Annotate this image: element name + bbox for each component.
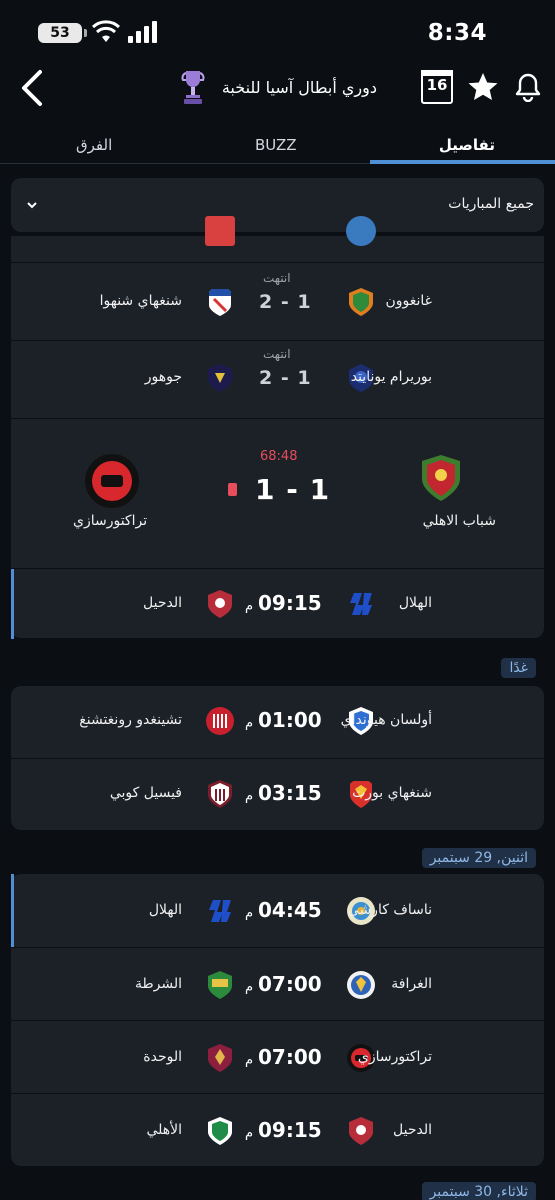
match-score: 1 - 1	[255, 473, 331, 506]
kickoff-period: م	[245, 789, 254, 804]
home-team-name: الدحيل	[393, 1122, 432, 1138]
team-logo-al-hilal	[209, 900, 231, 922]
match-row-highlighted[interactable]: ناساف كارشي 04:45 م الهلال	[11, 874, 544, 947]
away-team-name: الأهلي	[146, 1122, 182, 1138]
tab-bar: تفاصيل BUZZ الفرق	[0, 132, 555, 164]
team-logo-al-duhail	[349, 1117, 373, 1145]
away-team-name: شنغهاي شنهوا	[99, 293, 182, 309]
home-team-name: تراكتورسازي	[357, 1049, 432, 1065]
tab-buzz[interactable]: BUZZ	[255, 136, 297, 154]
away-team-name: الوحدة	[143, 1049, 182, 1065]
team-logo-johor	[208, 364, 232, 392]
kickoff-period: م	[245, 599, 254, 614]
home-team-name: الغرافة	[391, 976, 432, 992]
match-row-partial[interactable]	[11, 188, 544, 262]
home-team-name: أولسان هيونداي	[340, 712, 432, 728]
kickoff-time: 04:45	[258, 898, 322, 922]
signal-icon	[128, 21, 157, 43]
home-team-name: شباب الاهلي	[422, 513, 496, 529]
match-row[interactable]: انتهت غانغوون 2 - 1 شنغهاي شنهوا	[11, 262, 544, 340]
team-logo-vissel-kobe	[208, 780, 232, 808]
team-logo-shabab-al-ahli	[422, 455, 460, 501]
team-logo-tractor	[85, 454, 139, 508]
match-score: 2 - 1	[259, 367, 312, 389]
app-header: دوري أبطال آسيا للنخبة 16	[0, 62, 555, 132]
team-logo-al-shorta	[208, 971, 232, 999]
away-team-name: تراكتورسازي	[73, 513, 148, 529]
wifi-icon	[92, 20, 120, 42]
home-team-name: شنغهاي بورت	[352, 785, 432, 801]
trophy-icon	[181, 71, 205, 104]
kickoff-time: 01:00	[258, 708, 322, 732]
kickoff-period: م	[245, 716, 254, 731]
back-icon[interactable]	[16, 68, 50, 108]
team-logo-al-hilal	[350, 593, 372, 615]
match-row-highlighted[interactable]: الهلال 09:15 م الدحيل	[11, 568, 544, 639]
kickoff-period: م	[245, 906, 254, 921]
date-header-monday: اثنين, 29 سبتمبر	[421, 848, 536, 868]
home-team-name: ناساف كارشي	[347, 902, 432, 918]
highlight-bar	[11, 874, 14, 947]
matches-card-tomorrow: أولسان هيونداي 01:00 م تشينغدو رونغتشنغ …	[11, 686, 544, 830]
match-row[interactable]: الغرافة 07:00 م الشرطة	[11, 947, 544, 1020]
match-row[interactable]: الدحيل 09:15 م الأهلي	[11, 1093, 544, 1166]
calendar-button[interactable]: 16	[421, 70, 453, 104]
match-row[interactable]: انتهت بوريرام يونايتد 2 - 1 جوهور	[11, 340, 544, 418]
matches-card-monday: ناساف كارشي 04:45 م الهلال الغرافة 07:00…	[11, 874, 544, 1166]
highlight-bar	[11, 569, 14, 639]
match-row[interactable]: أولسان هيونداي 01:00 م تشينغدو رونغتشنغ	[11, 686, 544, 758]
match-row[interactable]: تراكتورسازي 07:00 م الوحدة	[11, 1020, 544, 1093]
away-team-name: الهلال	[148, 902, 182, 918]
date-header-tomorrow: غدًا	[501, 658, 536, 678]
home-team-name: بوريرام يونايتد	[350, 369, 432, 385]
live-minute: 68:48	[260, 449, 298, 464]
team-logo-chengdu	[206, 707, 234, 735]
league-title: دوري أبطال آسيا للنخبة	[221, 78, 377, 97]
away-team-name: الشرطة	[134, 976, 182, 992]
tab-teams[interactable]: الفرق	[76, 136, 112, 154]
team-logo-al-duhail	[208, 590, 232, 618]
home-team-name: غانغوون	[385, 293, 432, 309]
match-score: 2 - 1	[259, 291, 312, 313]
date-header-tuesday: ثلاثاء, 30 سبتمبر	[421, 1182, 536, 1200]
kickoff-period: م	[245, 1126, 254, 1141]
tab-details[interactable]: تفاصيل	[439, 136, 495, 154]
kickoff-time: 09:15	[258, 591, 322, 615]
kickoff-time: 07:00	[258, 1045, 322, 1069]
away-team-name: فيسيل كوبي	[109, 785, 182, 801]
away-team-name: الدحيل	[143, 595, 182, 611]
match-status: انتهت	[263, 347, 291, 361]
team-logo	[205, 216, 235, 246]
match-row[interactable]: شنغهاي بورت 03:15 م فيسيل كوبي	[11, 758, 544, 830]
kickoff-period: م	[245, 1053, 254, 1068]
star-icon[interactable]	[467, 71, 499, 103]
team-logo-gangwon	[349, 288, 373, 316]
clock: 8:34	[427, 20, 487, 46]
away-team-name: جوهور	[144, 369, 182, 385]
team-logo-al-gharafa	[347, 971, 375, 999]
active-tab-indicator	[370, 160, 555, 164]
team-logo-al-ahli	[208, 1117, 232, 1145]
team-logo-shanghai-shenhua	[209, 289, 231, 316]
battery-indicator: 53	[38, 23, 87, 43]
away-team-name: تشينغدو رونغتشنغ	[79, 712, 182, 728]
match-status: انتهت	[263, 271, 291, 285]
team-logo-al-wahda	[208, 1044, 232, 1072]
kickoff-time: 03:15	[258, 781, 322, 805]
kickoff-time: 07:00	[258, 972, 322, 996]
status-bar: 53 8:34	[0, 0, 555, 62]
live-match-row[interactable]: 68:48 1 - 1 شباب الاهلي تراكتورسازي	[11, 418, 544, 568]
home-team-name: الهلال	[398, 595, 432, 611]
team-logo	[346, 216, 376, 246]
matches-card-today: انتهت غانغوون 2 - 1 شنغهاي شنهوا انتهت ب…	[11, 216, 544, 639]
red-card-icon	[228, 483, 237, 496]
kickoff-period: م	[245, 980, 254, 995]
kickoff-time: 09:15	[258, 1118, 322, 1142]
bell-icon[interactable]	[513, 72, 543, 102]
